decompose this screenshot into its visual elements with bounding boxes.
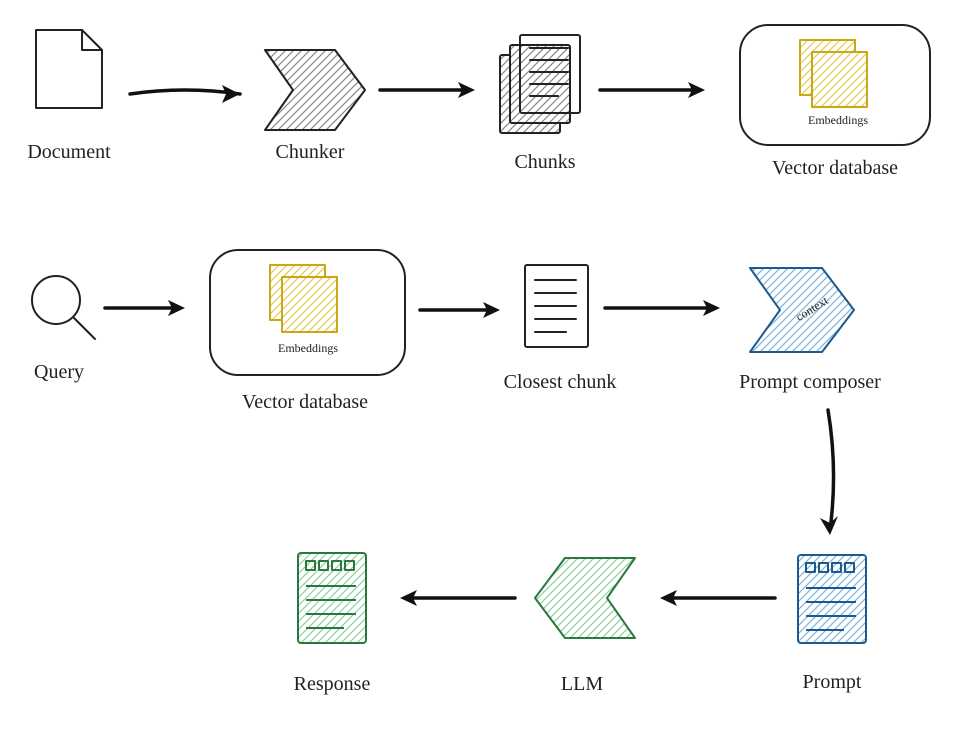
arrow-1 xyxy=(130,85,240,103)
vector-database-label-1: Vector database xyxy=(772,157,898,179)
arrow-5 xyxy=(420,302,500,318)
arrow-7 xyxy=(820,410,838,535)
closest-chunk-label: Closest chunk xyxy=(504,371,617,393)
closest-chunk-icon xyxy=(525,265,588,347)
arrow-3 xyxy=(600,82,705,98)
vector-database-icon-2: Embeddings xyxy=(210,250,405,375)
prompt-composer-label: Prompt composer xyxy=(739,371,881,393)
chunks-label: Chunks xyxy=(514,151,575,173)
vector-database-icon-1: Embeddings xyxy=(740,25,930,145)
rag-pipeline-diagram: Document Chunker Chunks Embeddings Vecto xyxy=(0,0,975,754)
embeddings-label-2: Embeddings xyxy=(278,341,338,355)
embeddings-label-1: Embeddings xyxy=(808,113,868,127)
chunker-icon xyxy=(265,50,365,130)
prompt-label: Prompt xyxy=(803,671,862,693)
llm-icon xyxy=(535,558,635,638)
response-icon xyxy=(298,553,366,643)
chunker-label: Chunker xyxy=(276,141,345,163)
arrow-2 xyxy=(380,82,475,98)
query-label: Query xyxy=(34,361,84,383)
response-label: Response xyxy=(294,673,371,695)
vector-database-label-2: Vector database xyxy=(242,391,368,413)
prompt-icon xyxy=(798,555,866,643)
arrow-9 xyxy=(400,590,515,606)
arrow-6 xyxy=(605,300,720,316)
prompt-composer-icon: context xyxy=(750,268,854,352)
arrow-8 xyxy=(660,590,775,606)
llm-label: LLM xyxy=(561,673,603,695)
chunks-icon xyxy=(500,35,580,133)
query-icon xyxy=(32,276,95,339)
document-icon xyxy=(36,30,102,108)
arrow-4 xyxy=(105,300,185,316)
document-label: Document xyxy=(27,141,111,163)
